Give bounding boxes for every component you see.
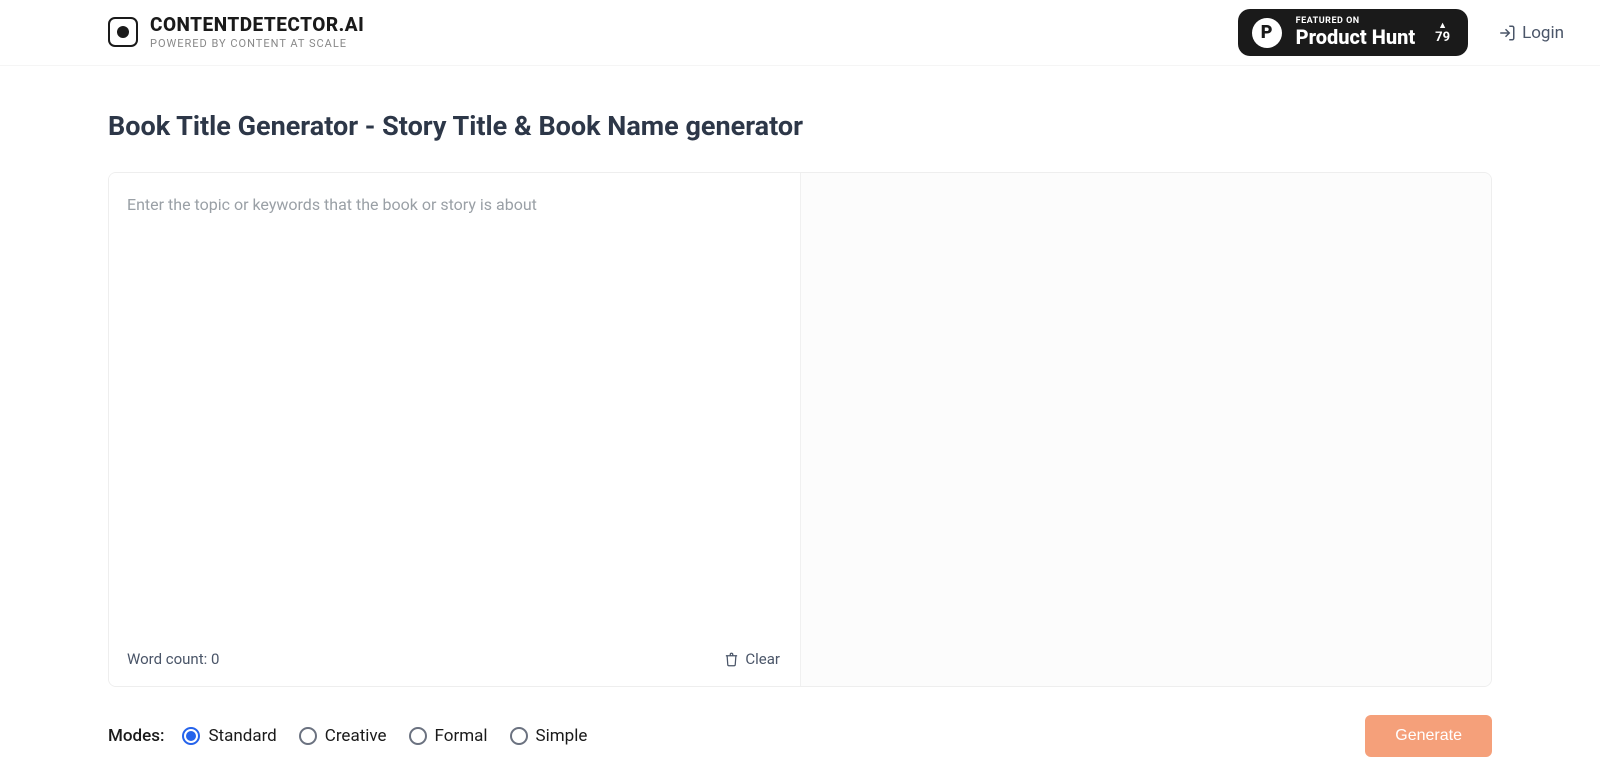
product-hunt-text: FEATURED ON Product Hunt — [1296, 17, 1416, 47]
mode-label: Formal — [435, 726, 488, 746]
product-hunt-upvote-count: 79 — [1435, 31, 1450, 44]
mode-label: Simple — [536, 726, 588, 746]
header: CONTENTDETECTOR.AI POWERED BY CONTENT AT… — [0, 0, 1600, 66]
product-hunt-p-icon: P — [1252, 18, 1282, 48]
radio-icon — [299, 727, 317, 745]
brand-logo-dot-icon — [117, 26, 129, 38]
modes-group: Modes: Standard Creative Formal Simple — [108, 726, 587, 746]
modes-label: Modes: — [108, 726, 164, 746]
radio-icon — [510, 727, 528, 745]
input-panel: Word count: 0 Clear — [109, 173, 800, 686]
login-button[interactable]: Login — [1498, 23, 1564, 43]
input-footer: Word count: 0 Clear — [109, 638, 800, 686]
mode-radio-creative[interactable]: Creative — [299, 726, 387, 746]
product-hunt-name: Product Hunt — [1296, 27, 1416, 48]
mode-radio-standard[interactable]: Standard — [182, 726, 276, 746]
brand-subtitle: POWERED BY CONTENT AT SCALE — [150, 38, 364, 50]
generate-button[interactable]: Generate — [1365, 715, 1492, 757]
mode-label: Creative — [325, 726, 387, 746]
brand-logo-icon — [108, 17, 138, 47]
output-panel — [800, 173, 1491, 686]
trash-icon — [724, 652, 739, 667]
login-icon — [1498, 24, 1516, 42]
radio-icon — [409, 727, 427, 745]
radio-icon — [182, 727, 200, 745]
mode-radio-simple[interactable]: Simple — [510, 726, 588, 746]
clear-label: Clear — [745, 650, 780, 668]
brand-text: CONTENTDETECTOR.AI POWERED BY CONTENT AT… — [150, 15, 364, 50]
mode-label: Standard — [208, 726, 276, 746]
product-hunt-upvotes: ▲ 79 — [1435, 22, 1450, 44]
product-hunt-badge[interactable]: P FEATURED ON Product Hunt ▲ 79 — [1238, 9, 1468, 55]
panel-wrap: Word count: 0 Clear — [108, 172, 1492, 687]
word-count-label: Word count: 0 — [127, 650, 219, 668]
footer-row: Modes: Standard Creative Formal Simple G… — [108, 715, 1492, 757]
topic-input[interactable] — [109, 173, 800, 638]
page-title: Book Title Generator - Story Title & Boo… — [108, 110, 1492, 142]
brand[interactable]: CONTENTDETECTOR.AI POWERED BY CONTENT AT… — [108, 15, 364, 50]
clear-button[interactable]: Clear — [724, 650, 780, 668]
header-right: P FEATURED ON Product Hunt ▲ 79 Login — [1238, 9, 1564, 55]
login-label: Login — [1522, 23, 1564, 43]
content: Book Title Generator - Story Title & Boo… — [0, 66, 1600, 757]
brand-title: CONTENTDETECTOR.AI — [150, 15, 364, 36]
mode-radio-formal[interactable]: Formal — [409, 726, 488, 746]
